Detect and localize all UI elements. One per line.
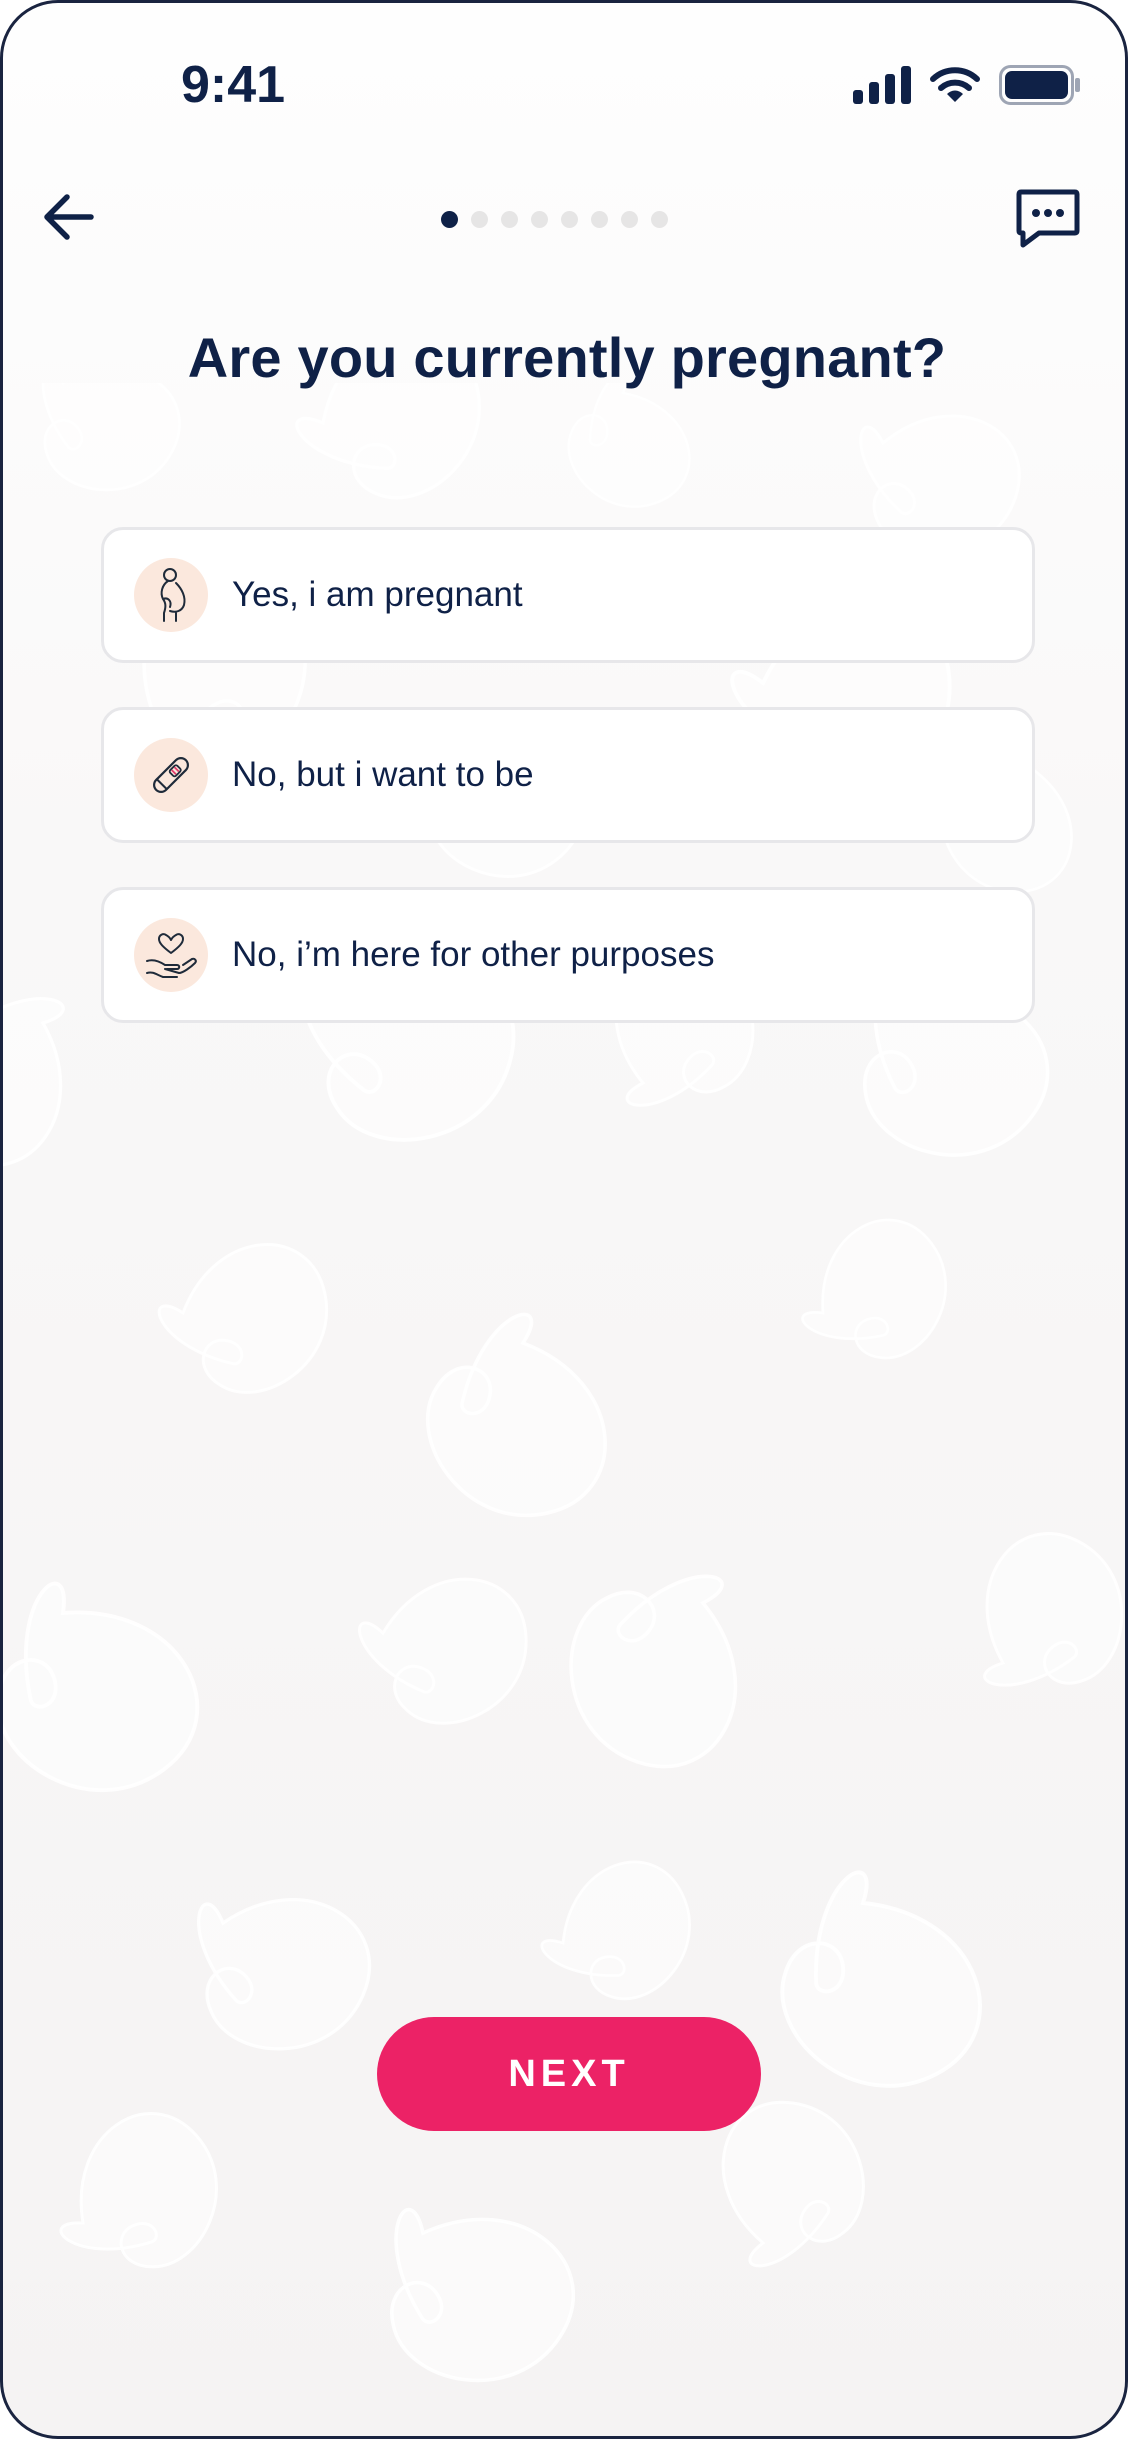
option-want-to-be[interactable]: No, but i want to be [101,707,1035,843]
heart-in-hand-icon [134,918,208,992]
wifi-icon [930,67,980,102]
battery-icon [999,65,1080,105]
progress-dot [591,211,608,228]
option-other-purposes[interactable]: No, i’m here for other purposes [101,887,1035,1023]
next-button[interactable]: NEXT [377,2017,761,2131]
progress-dot [621,211,638,228]
progress-dot [651,211,668,228]
phone-screen: 9:41 Are you currently pregnant? Yes, i … [0,0,1128,2439]
pregnancy-test-icon [134,738,208,812]
progress-indicator [441,211,668,228]
page-title: Are you currently pregnant? [187,326,947,389]
progress-dot [561,211,578,228]
chat-bubble-icon [1016,189,1080,248]
status-time: 9:41 [181,56,286,114]
cellular-signal-icon [853,66,911,104]
option-label: Yes, i am pregnant [232,575,523,614]
option-label: No, i’m here for other purposes [232,935,715,974]
option-yes-pregnant[interactable]: Yes, i am pregnant [101,527,1035,663]
status-icons [853,65,1081,105]
option-label: No, but i want to be [232,755,534,794]
progress-dot-active [441,211,458,228]
arrow-left-icon [44,194,94,240]
chat-button[interactable] [1015,187,1081,251]
pregnant-woman-icon [134,558,208,632]
progress-dot [501,211,518,228]
back-button[interactable] [39,187,99,247]
progress-dot [531,211,548,228]
progress-dot [471,211,488,228]
